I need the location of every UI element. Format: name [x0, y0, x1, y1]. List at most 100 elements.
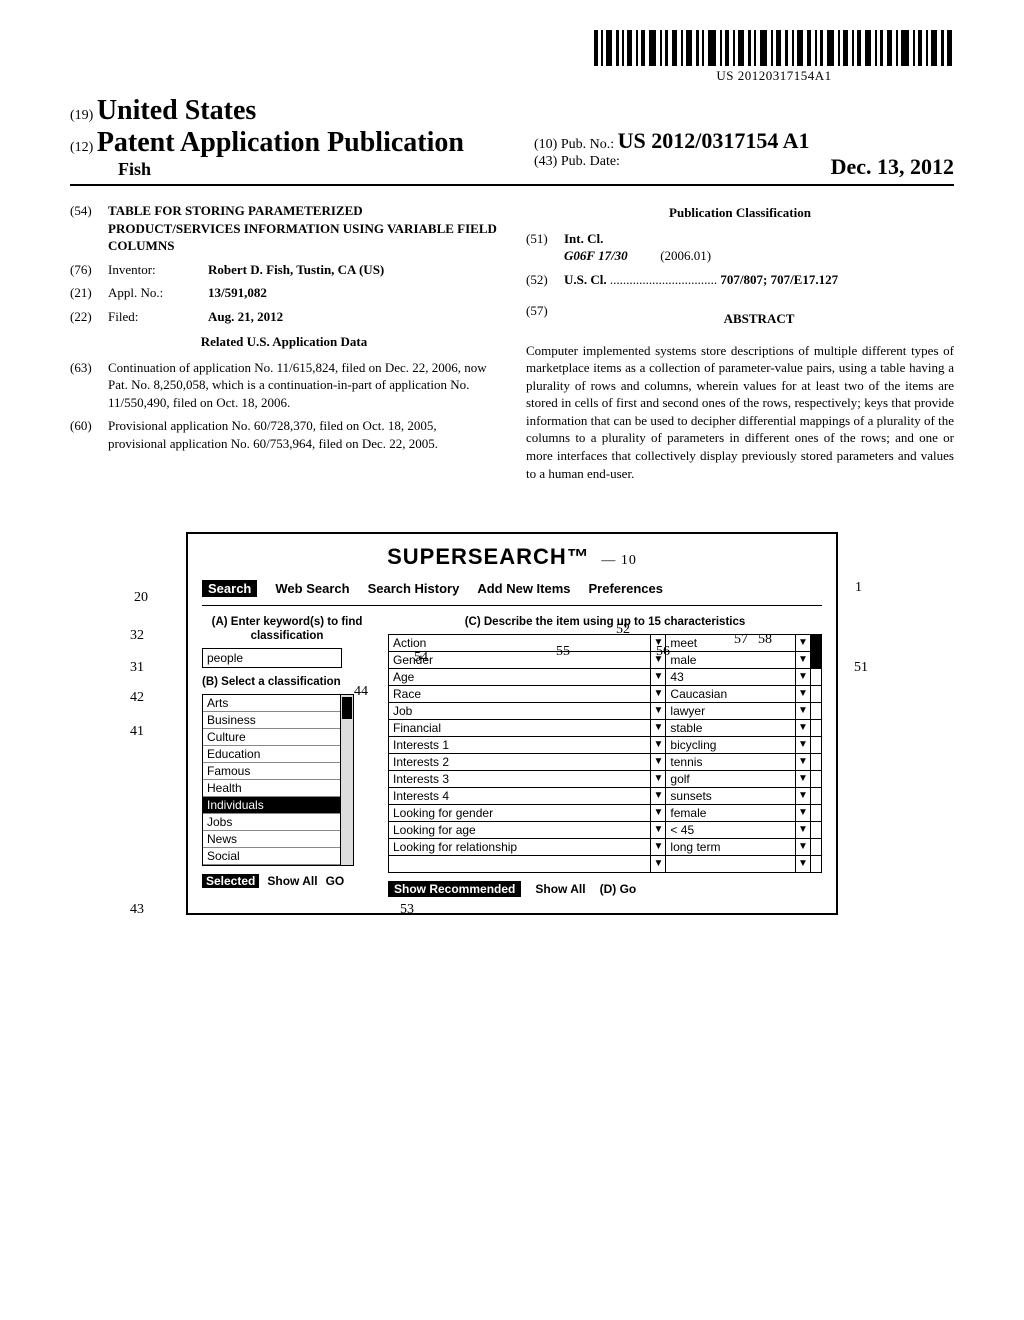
- dropdown-icon[interactable]: [651, 804, 666, 821]
- dropdown-icon[interactable]: [796, 651, 811, 668]
- show-all-button-c[interactable]: Show All: [535, 882, 585, 896]
- scroll-cell[interactable]: [811, 702, 822, 719]
- selected-button[interactable]: Selected: [202, 874, 259, 888]
- param-name[interactable]: [389, 855, 651, 872]
- scroll-cell[interactable]: [811, 719, 822, 736]
- scroll-cell[interactable]: [811, 668, 822, 685]
- dropdown-icon[interactable]: [651, 668, 666, 685]
- field-76-num: (76): [70, 261, 108, 279]
- param-value[interactable]: stable: [666, 719, 796, 736]
- param-name[interactable]: Looking for age: [389, 821, 651, 838]
- scroll-thumb[interactable]: [342, 697, 352, 719]
- dropdown-icon[interactable]: [651, 855, 666, 872]
- show-recommended-button[interactable]: Show Recommended: [388, 881, 521, 897]
- list-item[interactable]: Individuals: [203, 797, 353, 814]
- param-name[interactable]: Interests 3: [389, 770, 651, 787]
- dropdown-icon[interactable]: [651, 787, 666, 804]
- param-value[interactable]: < 45: [666, 821, 796, 838]
- param-value[interactable]: long term: [666, 838, 796, 855]
- tab-preferences[interactable]: Preferences: [589, 581, 663, 596]
- dropdown-icon[interactable]: [796, 634, 811, 651]
- dropdown-icon[interactable]: [796, 719, 811, 736]
- keyword-input[interactable]: people: [202, 648, 342, 668]
- tab-search[interactable]: Search: [202, 580, 257, 597]
- dropdown-icon[interactable]: [651, 685, 666, 702]
- param-name[interactable]: Job: [389, 702, 651, 719]
- scroll-cell[interactable]: [811, 753, 822, 770]
- dropdown-icon[interactable]: [796, 702, 811, 719]
- tab-web-search[interactable]: Web Search: [275, 581, 349, 596]
- scroll-cell[interactable]: [811, 855, 822, 872]
- list-item[interactable]: News: [203, 831, 353, 848]
- param-value[interactable]: Caucasian: [666, 685, 796, 702]
- param-name[interactable]: Action: [389, 634, 651, 651]
- ref-32: 32: [130, 628, 144, 644]
- dropdown-icon[interactable]: [651, 736, 666, 753]
- param-name[interactable]: Race: [389, 685, 651, 702]
- scroll-cell[interactable]: [811, 787, 822, 804]
- ref-41: 41: [130, 724, 144, 740]
- list-item[interactable]: Jobs: [203, 814, 353, 831]
- param-name[interactable]: Looking for relationship: [389, 838, 651, 855]
- dropdown-icon[interactable]: [796, 804, 811, 821]
- param-value[interactable]: golf: [666, 770, 796, 787]
- param-value[interactable]: sunsets: [666, 787, 796, 804]
- list-scrollbar[interactable]: [340, 695, 353, 865]
- scroll-cell[interactable]: [811, 770, 822, 787]
- param-value[interactable]: bicycling: [666, 736, 796, 753]
- scroll-cell[interactable]: [811, 821, 822, 838]
- scroll-cell[interactable]: [811, 651, 822, 668]
- scroll-cell[interactable]: [811, 736, 822, 753]
- param-name[interactable]: Age: [389, 668, 651, 685]
- param-name[interactable]: Looking for gender: [389, 804, 651, 821]
- param-value[interactable]: [666, 855, 796, 872]
- dropdown-icon[interactable]: [796, 770, 811, 787]
- list-item[interactable]: Health: [203, 780, 353, 797]
- dropdown-icon[interactable]: [651, 702, 666, 719]
- param-value[interactable]: 43: [666, 668, 796, 685]
- param-name[interactable]: Gender: [389, 651, 651, 668]
- scroll-cell[interactable]: [811, 685, 822, 702]
- dropdown-icon[interactable]: [796, 685, 811, 702]
- dropdown-icon[interactable]: [651, 719, 666, 736]
- dropdown-icon[interactable]: [651, 651, 666, 668]
- classification-list[interactable]: ArtsBusinessCultureEducationFamousHealth…: [202, 694, 354, 866]
- list-item[interactable]: Business: [203, 712, 353, 729]
- dropdown-icon[interactable]: [796, 838, 811, 855]
- dropdown-icon[interactable]: [651, 753, 666, 770]
- go-button-a[interactable]: GO: [326, 874, 345, 888]
- param-value[interactable]: meet: [666, 634, 796, 651]
- go-button-d[interactable]: (D) Go: [600, 882, 637, 896]
- dropdown-icon[interactable]: [651, 838, 666, 855]
- dropdown-icon[interactable]: [651, 821, 666, 838]
- dropdown-icon[interactable]: [796, 855, 811, 872]
- tab-search-history[interactable]: Search History: [368, 581, 460, 596]
- param-value[interactable]: lawyer: [666, 702, 796, 719]
- dropdown-icon[interactable]: [796, 753, 811, 770]
- list-item[interactable]: Social: [203, 848, 353, 865]
- scroll-cell[interactable]: [811, 634, 822, 651]
- dropdown-icon[interactable]: [796, 787, 811, 804]
- tab-add-new-items[interactable]: Add New Items: [477, 581, 570, 596]
- param-value[interactable]: female: [666, 804, 796, 821]
- param-value[interactable]: male: [666, 651, 796, 668]
- param-name[interactable]: Financial: [389, 719, 651, 736]
- param-value[interactable]: tennis: [666, 753, 796, 770]
- list-item[interactable]: [203, 865, 353, 866]
- list-item[interactable]: Arts: [203, 695, 353, 712]
- list-item[interactable]: Famous: [203, 763, 353, 780]
- scroll-cell[interactable]: [811, 838, 822, 855]
- param-name[interactable]: Interests 4: [389, 787, 651, 804]
- list-item[interactable]: Culture: [203, 729, 353, 746]
- dropdown-icon[interactable]: [651, 770, 666, 787]
- dropdown-icon[interactable]: [796, 736, 811, 753]
- filed-date: Aug. 21, 2012: [208, 308, 498, 326]
- dropdown-icon[interactable]: [796, 821, 811, 838]
- show-all-button[interactable]: Show All: [267, 874, 317, 888]
- param-name[interactable]: Interests 2: [389, 753, 651, 770]
- param-name[interactable]: Interests 1: [389, 736, 651, 753]
- scroll-cell[interactable]: [811, 804, 822, 821]
- dropdown-icon[interactable]: [651, 634, 666, 651]
- dropdown-icon[interactable]: [796, 668, 811, 685]
- list-item[interactable]: Education: [203, 746, 353, 763]
